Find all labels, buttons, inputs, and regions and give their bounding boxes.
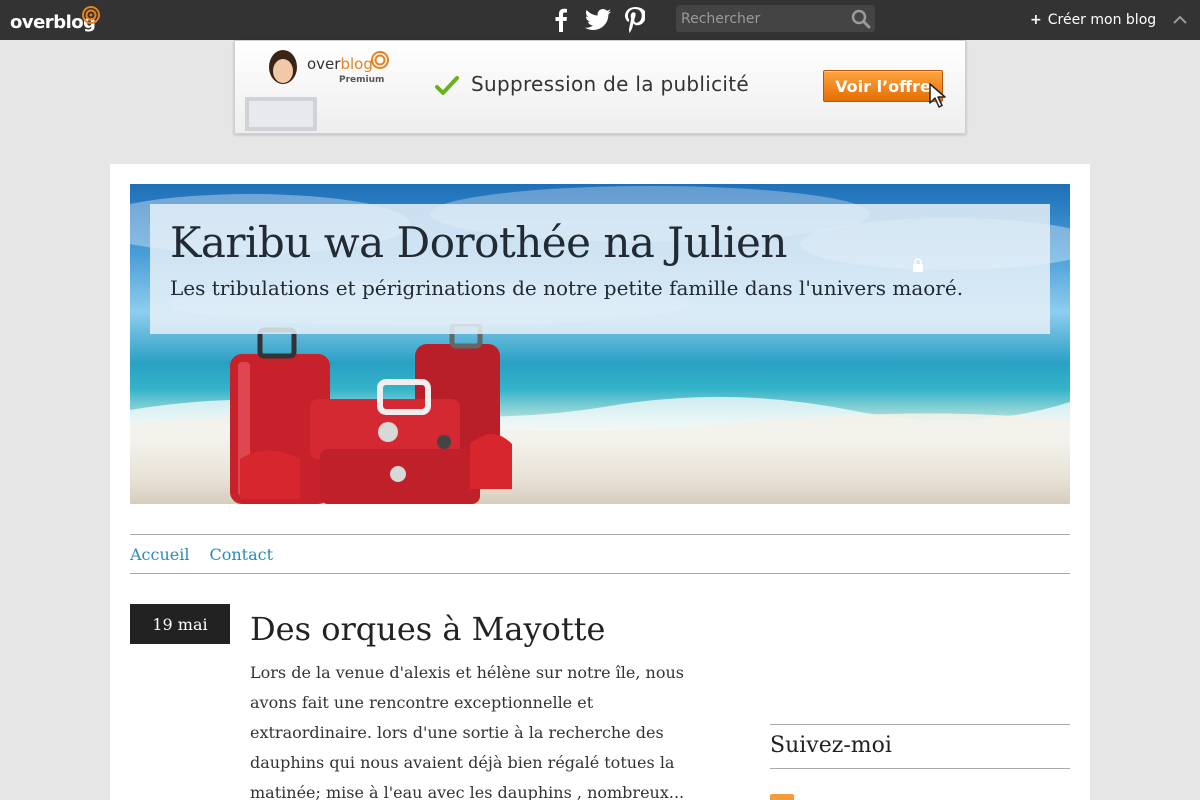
red-suitcases-image [230, 324, 512, 504]
lock-icon [913, 258, 923, 272]
blog-container: Karibu wa Dorothée na Julien Les tribula… [110, 164, 1090, 800]
ad-logo-swirl-icon [371, 51, 389, 69]
follow-widget: Suivez-moi [770, 724, 1070, 769]
search-input[interactable] [676, 5, 846, 32]
search-icon[interactable] [851, 9, 871, 29]
overblog-logo[interactable]: overblog [10, 6, 100, 36]
top-bar: overblog + Créer mon blog [0, 0, 1200, 40]
nav-item-contact[interactable]: Contact [209, 545, 273, 564]
create-blog-button[interactable]: + Créer mon blog [1030, 10, 1156, 30]
title-panel: Karibu wa Dorothée na Julien Les tribula… [150, 204, 1050, 334]
logo-swirl-icon [82, 6, 100, 24]
blog-subtitle: Les tribulations et périgrinations de no… [170, 276, 964, 300]
ad-brand: overblog [307, 55, 373, 73]
ad-brand-prefix: over [307, 55, 341, 73]
blog-title[interactable]: Karibu wa Dorothée na Julien [170, 218, 787, 267]
see-offer-button[interactable]: Voir l’offre [823, 70, 943, 102]
cursor-arrow-icon [929, 83, 946, 108]
twitter-icon[interactable] [585, 7, 611, 33]
ad-brand-suffix: blog [340, 55, 373, 73]
plus-icon: + [1030, 12, 1042, 28]
ad-message: Suppression de la publicité [471, 72, 750, 96]
create-blog-label: Créer mon blog [1047, 12, 1157, 28]
checkmark-icon [435, 76, 459, 95]
ad-premium-label: Premium [339, 75, 385, 85]
header-banner: Karibu wa Dorothée na Julien Les tribula… [130, 184, 1070, 504]
search-box [676, 5, 875, 32]
post-excerpt: Lors de la venue d'alexis et hélène sur … [250, 663, 685, 800]
rss-icon[interactable] [770, 794, 794, 800]
facebook-icon[interactable] [548, 7, 574, 33]
pinterest-icon[interactable] [622, 7, 648, 33]
main-nav: Accueil Contact [130, 534, 1070, 574]
chevron-up-icon[interactable] [1170, 10, 1190, 30]
post-title[interactable]: Des orques à Mayotte [250, 610, 605, 648]
logo-prefix: over [10, 12, 54, 33]
premium-ad-banner[interactable]: overblog Premium Suppression de la publi… [234, 40, 966, 134]
post-date-badge: 19 mai [130, 604, 230, 644]
follow-widget-title: Suivez-moi [770, 733, 892, 758]
nav-item-home[interactable]: Accueil [130, 545, 189, 564]
